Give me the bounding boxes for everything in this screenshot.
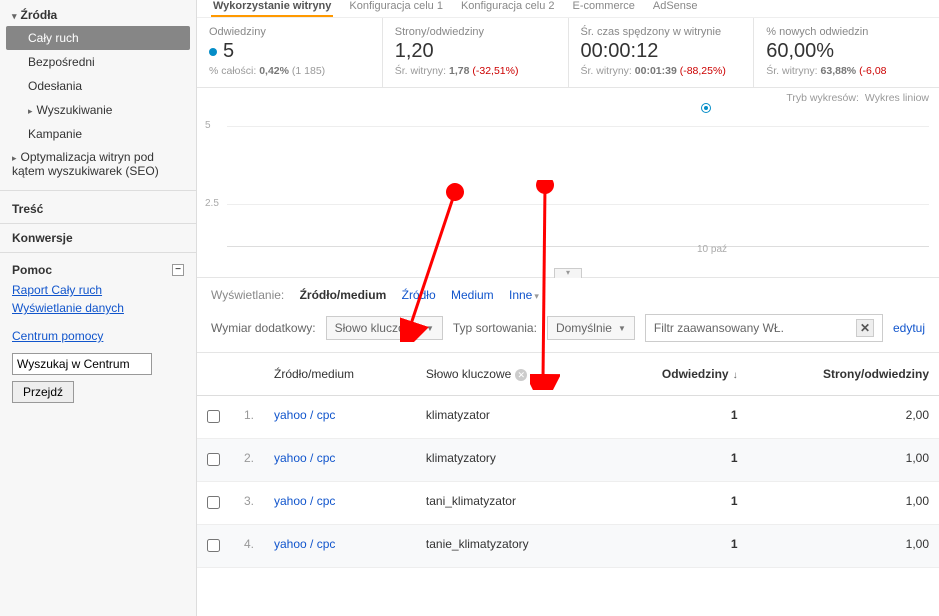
sort-type-dropdown[interactable]: Domyślnie▼ <box>547 316 635 340</box>
keyword-cell: tanie_klimatyzatory <box>416 525 602 568</box>
source-link[interactable]: yahoo / cpc <box>274 408 335 422</box>
sidebar-row-content[interactable]: Treść <box>0 195 196 224</box>
chart-point[interactable] <box>702 104 710 112</box>
row-checkbox[interactable] <box>207 496 220 509</box>
secondary-dim-label: Wymiar dodatkowy: <box>211 321 316 335</box>
sidebar-row-conversions[interactable]: Konwersje <box>0 224 196 253</box>
metrics-row: Odwiedziny 5 % całości: 0,42% (1 185) St… <box>197 18 939 88</box>
sort-desc-icon: ↓ <box>733 370 738 381</box>
sidebar-item-campaigns[interactable]: Kampanie <box>0 122 196 146</box>
table-row[interactable]: 2. yahoo / cpc klimatyzatory11,00 <box>197 439 939 482</box>
dot-icon <box>209 48 217 56</box>
main: Wykorzystanie witryny Konfiguracja celu … <box>197 0 939 616</box>
source-link[interactable]: yahoo / cpc <box>274 537 335 551</box>
row-checkbox[interactable] <box>207 539 220 552</box>
tab-ecommerce[interactable]: E-commerce <box>571 0 637 15</box>
remove-column-icon[interactable]: ✕ <box>515 369 527 381</box>
col-keyword[interactable]: Słowo kluczowe✕ <box>416 353 602 396</box>
dim-medium[interactable]: Medium <box>451 288 494 302</box>
table-row[interactable]: 1. yahoo / cpc klimatyzator12,00 <box>197 396 939 439</box>
edit-link[interactable]: edytuj <box>893 321 925 335</box>
dim-other[interactable]: Inne▾ <box>509 288 539 302</box>
secondary-dim-dropdown[interactable]: Słowo kluczowe▼ <box>326 316 443 340</box>
sidebar-item-search[interactable]: ▸Wyszukiwanie <box>0 98 196 122</box>
chart-area: Tryb wykresów:Wykres liniow 5 2.5 10 paź… <box>197 88 939 278</box>
metric-time[interactable]: Śr. czas spędzony w witrynie 00:00:12 Śr… <box>569 18 755 87</box>
help-link-display[interactable]: Wyświetlanie danych <box>12 301 184 315</box>
nav-group-sources[interactable]: Źródła <box>0 4 196 26</box>
dimension-row: Wyświetlanie: Źródło/medium Źródło Mediu… <box>197 278 939 308</box>
col-visits[interactable]: Odwiedziny↓ <box>602 353 747 396</box>
help-search-button[interactable]: Przejdź <box>12 381 74 403</box>
pages-cell: 1,00 <box>748 439 939 482</box>
help-link-center[interactable]: Centrum pomocy <box>12 329 184 343</box>
tab-site-usage[interactable]: Wykorzystanie witryny <box>211 0 333 17</box>
col-source-medium[interactable]: Źródło/medium <box>264 353 416 396</box>
visits-cell: 1 <box>602 525 747 568</box>
chevron-down-icon: ▼ <box>426 324 434 333</box>
sidebar-item-all-traffic[interactable]: Cały ruch <box>6 26 190 50</box>
y-tick-5: 5 <box>205 120 211 131</box>
help-panel: Pomoc − Raport Cały ruch Wyświetlanie da… <box>0 253 196 413</box>
filter-row: Wymiar dodatkowy: Słowo kluczowe▼ Typ so… <box>197 308 939 353</box>
tab-adsense[interactable]: AdSense <box>651 0 700 15</box>
row-number: 4. <box>230 525 264 568</box>
sidebar-item-referrals[interactable]: Odesłania <box>0 74 196 98</box>
keyword-cell: klimatyzator <box>416 396 602 439</box>
source-link[interactable]: yahoo / cpc <box>274 451 335 465</box>
visits-cell: 1 <box>602 439 747 482</box>
chart-expand-handle[interactable]: ▾ <box>554 268 582 278</box>
row-checkbox[interactable] <box>207 453 220 466</box>
keyword-cell: klimatyzatory <box>416 439 602 482</box>
row-number: 1. <box>230 396 264 439</box>
pages-cell: 1,00 <box>748 525 939 568</box>
sort-type-label: Typ sortowania: <box>453 321 537 335</box>
table-row[interactable]: 3. yahoo / cpc tani_klimatyzator11,00 <box>197 482 939 525</box>
pages-cell: 1,00 <box>748 482 939 525</box>
tab-goal2[interactable]: Konfiguracja celu 2 <box>459 0 557 15</box>
x-tick: 10 paź <box>697 244 727 255</box>
source-link[interactable]: yahoo / cpc <box>274 494 335 508</box>
visits-cell: 1 <box>602 482 747 525</box>
advanced-filter-box[interactable]: Filtr zaawansowany WŁ. ✕ <box>645 314 883 342</box>
dim-source[interactable]: Źródło <box>402 288 436 302</box>
keyword-cell: tani_klimatyzator <box>416 482 602 525</box>
tab-goal1[interactable]: Konfiguracja celu 1 <box>347 0 445 15</box>
top-tabs: Wykorzystanie witryny Konfiguracja celu … <box>197 0 939 18</box>
sidebar: Źródła Cały ruch Bezpośredni Odesłania ▸… <box>0 0 197 616</box>
collapse-icon[interactable]: − <box>172 264 184 276</box>
pages-cell: 2,00 <box>748 396 939 439</box>
row-number: 3. <box>230 482 264 525</box>
col-pages[interactable]: Strony/odwiedziny <box>748 353 939 396</box>
data-table: Źródło/medium Słowo kluczowe✕ Odwiedziny… <box>197 353 939 568</box>
table-row[interactable]: 4. yahoo / cpc tanie_klimatyzatory11,00 <box>197 525 939 568</box>
row-checkbox[interactable] <box>207 410 220 423</box>
help-link-report[interactable]: Raport Cały ruch <box>12 283 184 297</box>
metric-pages[interactable]: Strony/odwiedziny 1,20 Śr. witryny: 1,78… <box>383 18 569 87</box>
help-title: Pomoc <box>12 263 52 277</box>
help-search-input[interactable] <box>12 353 152 375</box>
y-tick-2-5: 2.5 <box>205 198 219 209</box>
visits-cell: 1 <box>602 396 747 439</box>
dim-source-medium[interactable]: Źródło/medium <box>300 288 387 302</box>
chart-mode[interactable]: Tryb wykresów:Wykres liniow <box>780 92 929 104</box>
nav-group-seo[interactable]: Optymalizacja witryn pod kątem wyszukiwa… <box>0 146 196 182</box>
chevron-down-icon: ▼ <box>618 324 626 333</box>
close-icon[interactable]: ✕ <box>856 319 874 337</box>
metric-visits[interactable]: Odwiedziny 5 % całości: 0,42% (1 185) <box>197 18 383 87</box>
sidebar-item-direct[interactable]: Bezpośredni <box>0 50 196 74</box>
row-number: 2. <box>230 439 264 482</box>
metric-newvisits[interactable]: % nowych odwiedzin 60,00% Śr. witryny: 6… <box>754 18 939 87</box>
